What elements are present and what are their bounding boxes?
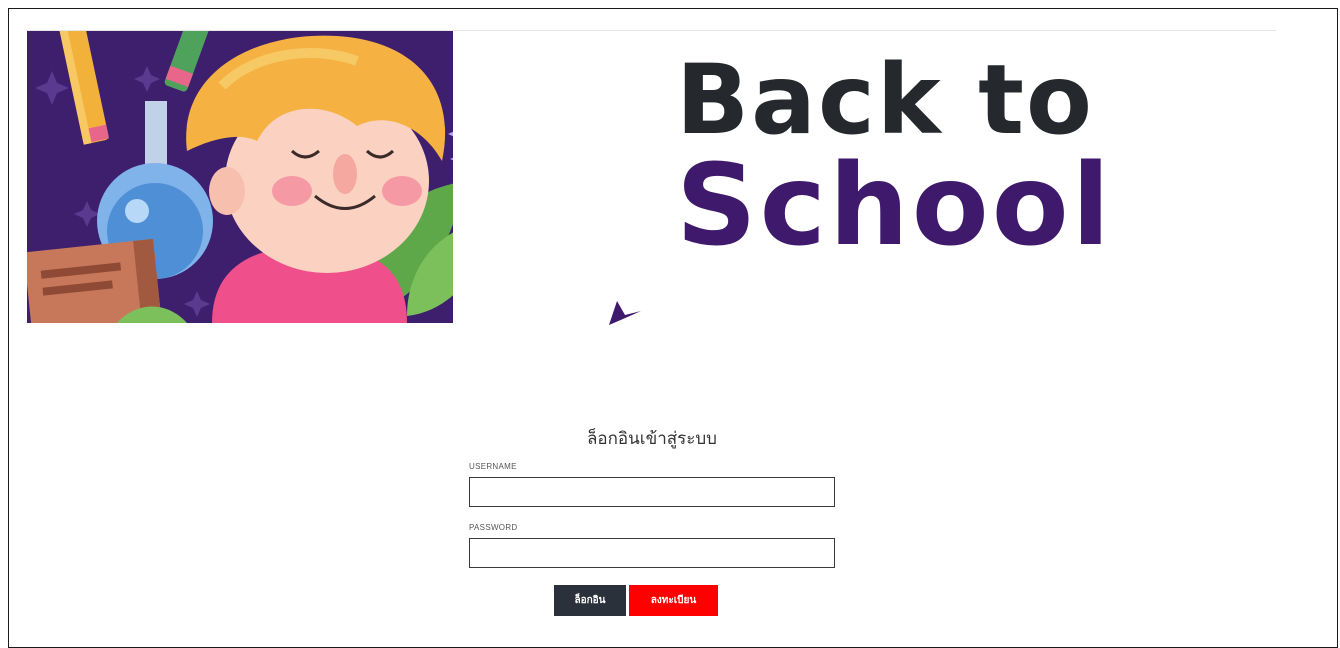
banner-title-line1: Back to xyxy=(676,44,1094,156)
login-heading: ล็อกอินเข้าสู่ระบบ xyxy=(587,429,717,449)
login-button[interactable]: ล็อกอิน xyxy=(554,585,626,616)
banner-title: Back to School xyxy=(676,52,1113,262)
banner-title-line2: School xyxy=(676,141,1114,271)
username-label: USERNAME xyxy=(469,462,517,471)
login-form: ล็อกอินเข้าสู่ระบบ USERNAME PASSWORD xyxy=(469,425,835,584)
form-actions: ล็อกอิน ลงทะเบียน xyxy=(554,585,718,616)
password-input[interactable] xyxy=(469,538,835,568)
register-button[interactable]: ลงทะเบียน xyxy=(629,585,718,616)
username-input[interactable] xyxy=(469,477,835,507)
password-label: PASSWORD xyxy=(469,523,518,532)
star-icon xyxy=(609,301,641,325)
banner-illustration xyxy=(27,31,453,323)
